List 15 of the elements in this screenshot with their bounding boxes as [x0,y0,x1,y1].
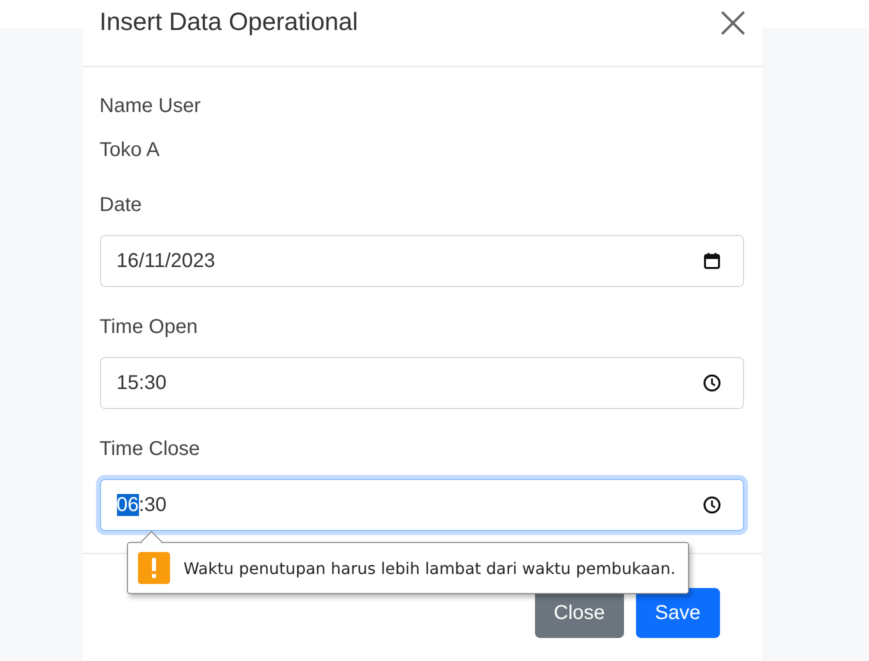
user-name-text: Toko A [100,138,161,162]
field-label: Name User [100,94,202,118]
date-input-field[interactable]: 16/11/2023 [100,235,744,287]
close-icon[interactable] [720,10,746,36]
dialog-title: Insert Data Operational [100,7,358,38]
field-label: Date [100,193,143,217]
clock-icon[interactable] [702,496,720,514]
validation-message: Waktu penutupan harus lebih lambat dari waktu pembukaan. [184,558,676,578]
warning-icon [138,552,170,584]
field-label: Time Close [100,437,201,461]
clock-icon[interactable] [702,374,720,392]
time-input-field[interactable]: 15:30 [100,357,744,409]
calendar-icon[interactable] [702,252,720,270]
save-button[interactable]: Save [636,588,720,638]
field-label: Time Open [100,315,199,339]
